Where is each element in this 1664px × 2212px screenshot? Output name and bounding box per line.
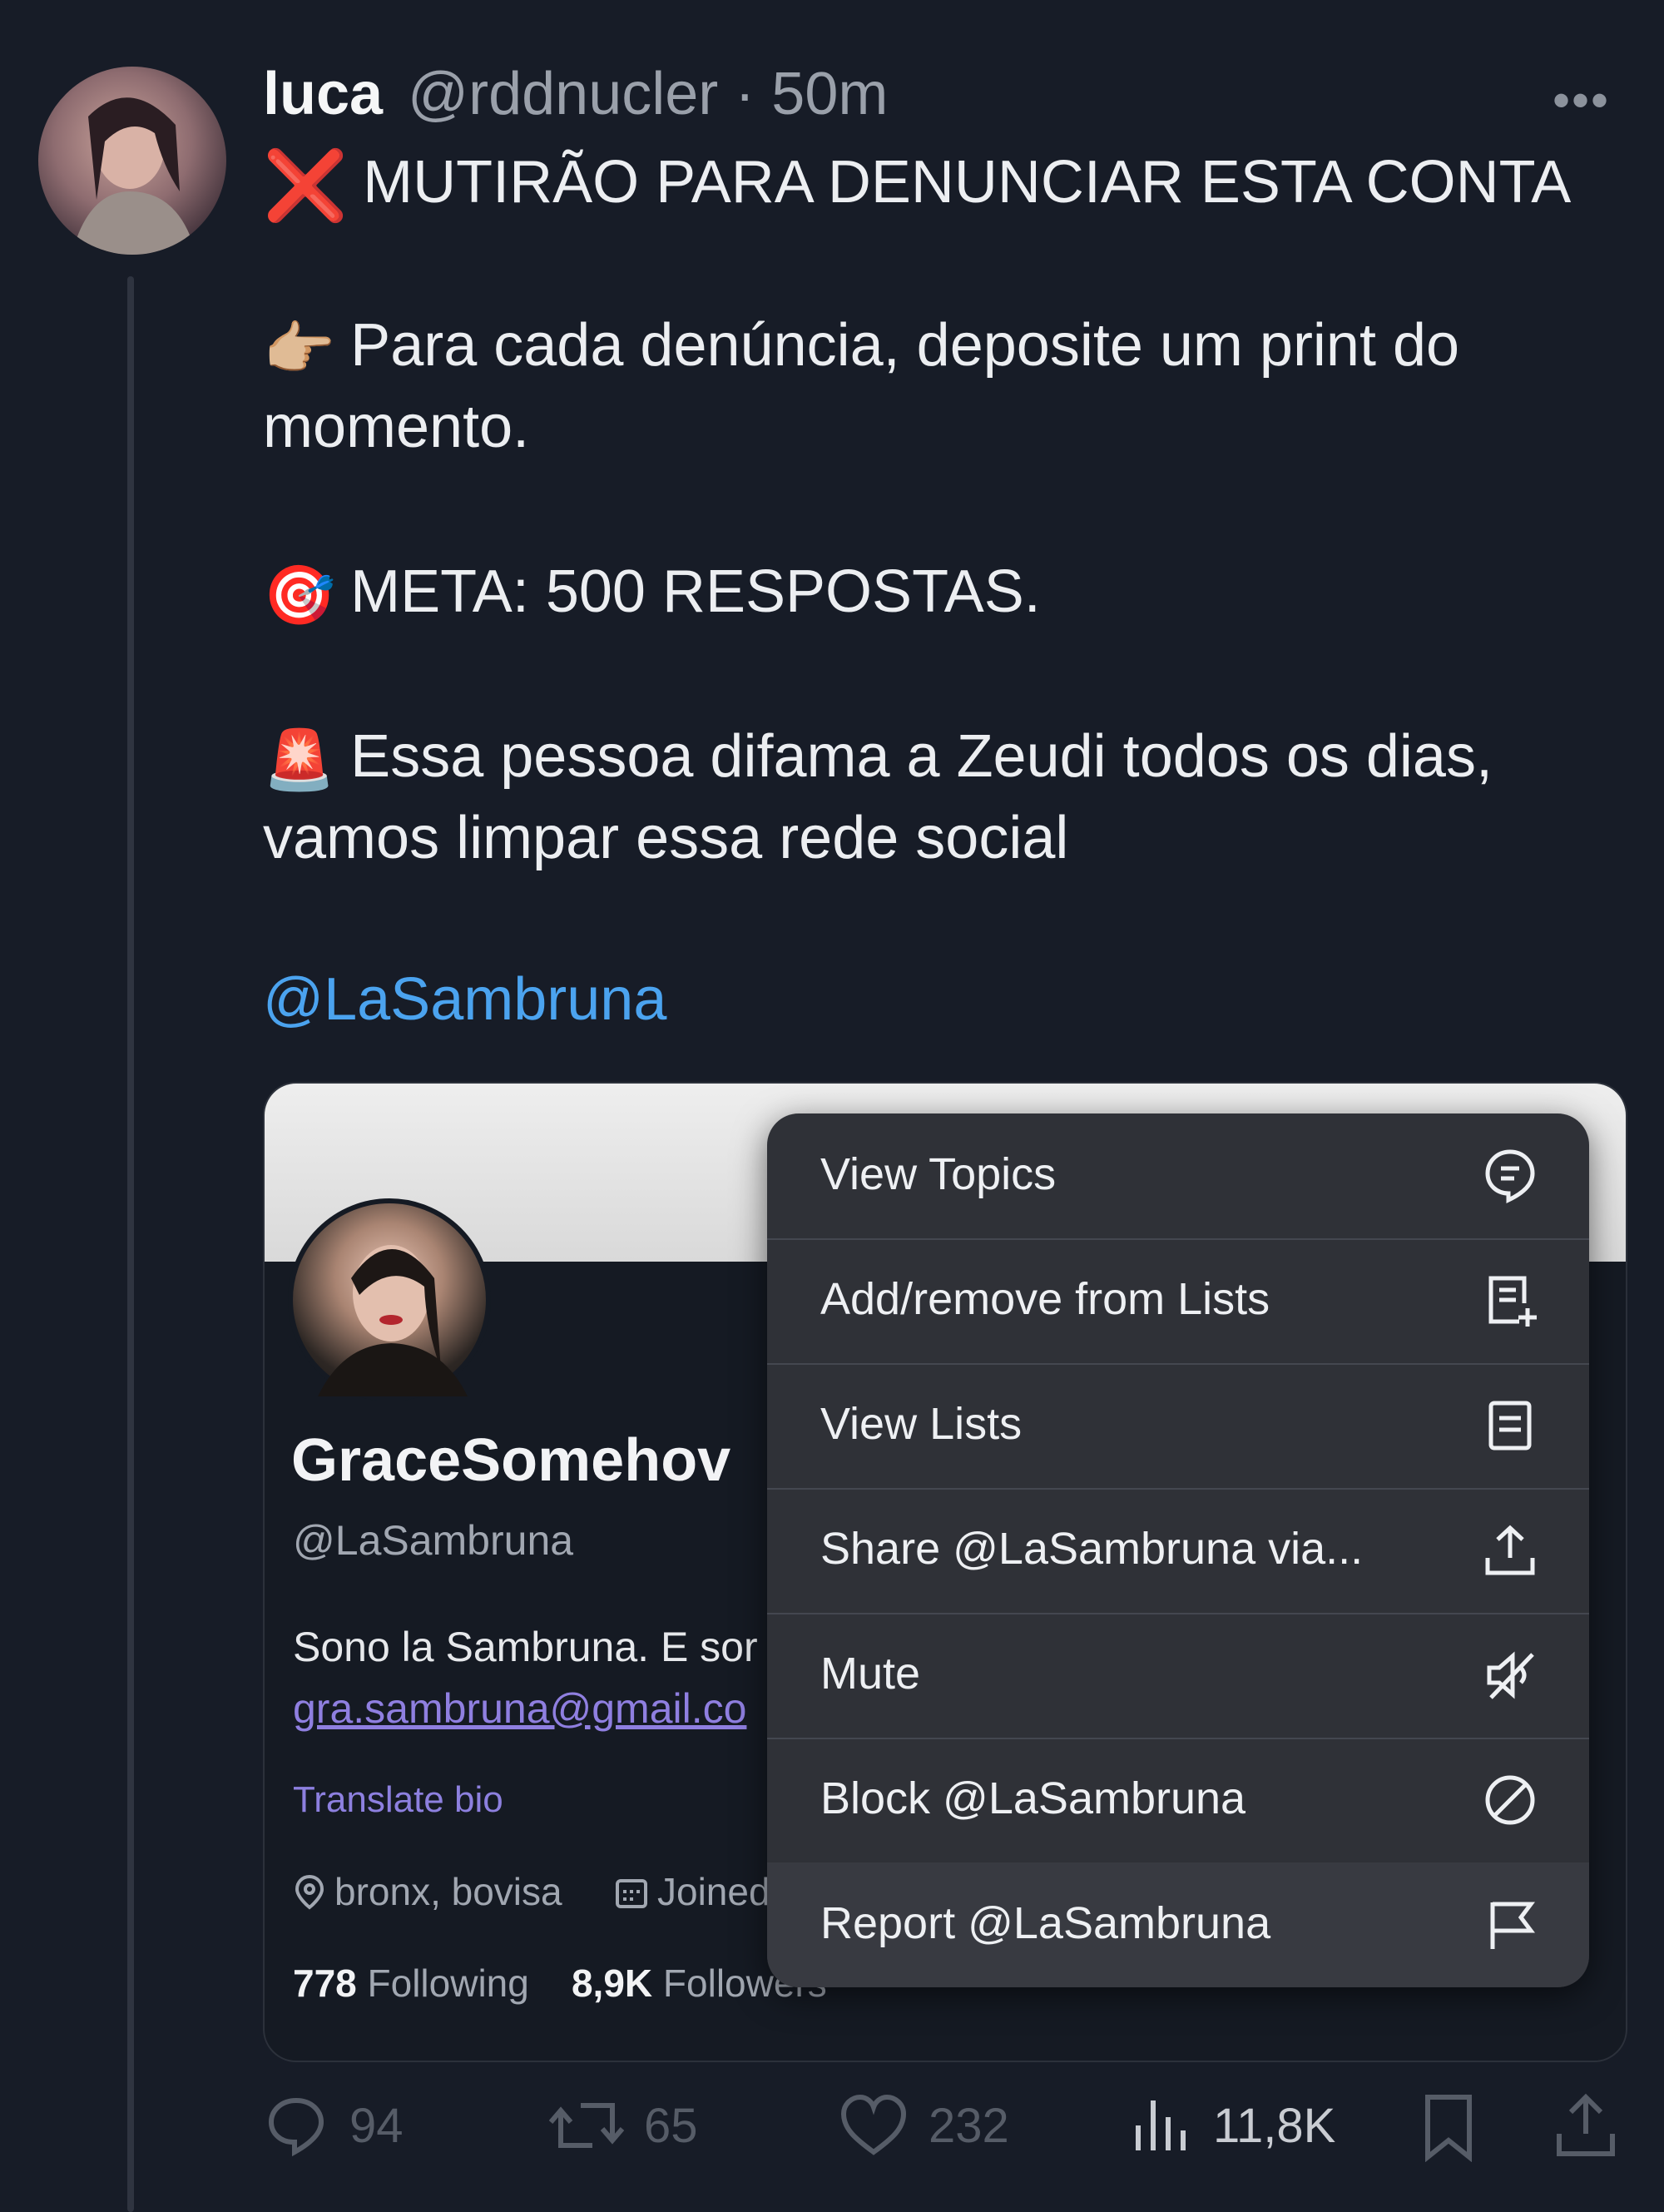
thread-line bbox=[127, 276, 134, 2212]
menu-item-label: Mute bbox=[820, 1649, 921, 1699]
cross-mark-icon: ❌ bbox=[263, 148, 349, 224]
block-icon bbox=[1485, 1775, 1535, 1825]
retweet-icon bbox=[549, 2103, 624, 2148]
tweet-line-5: 🚨 Essa pessoa difama a Zeudi todos os dia… bbox=[263, 722, 1493, 795]
tweet-line-4: 🎯 META: 500 RESPOSTAS. bbox=[263, 558, 1041, 630]
tweet-line-6: vamos limpar essa rede social bbox=[263, 804, 1068, 872]
menu-item-label: View Lists bbox=[820, 1399, 1023, 1449]
tweet-time[interactable]: 50m bbox=[771, 61, 888, 127]
menu-item-add-remove-lists[interactable]: Add/remove from Lists bbox=[767, 1238, 1589, 1365]
tweet-line-1: ❌ MUTIRÃO PARA DENUNCIAR ESTA CONTA bbox=[263, 146, 1571, 226]
view-count: 11,8K bbox=[1213, 2098, 1336, 2153]
share-icon bbox=[1485, 1525, 1535, 1575]
reply-count: 94 bbox=[349, 2098, 404, 2153]
profile-follow-counts: 778 Following 8,9K Followers bbox=[293, 1961, 827, 2006]
location-pin-icon bbox=[295, 1874, 324, 1910]
tweet-text: momento. bbox=[263, 394, 530, 460]
retweet-count: 65 bbox=[644, 2098, 698, 2153]
author-avatar[interactable] bbox=[38, 67, 226, 255]
views-button[interactable]: 11,8K bbox=[1132, 2092, 1335, 2159]
siren-icon: 🚨 bbox=[263, 727, 336, 792]
author-name[interactable]: luca bbox=[263, 60, 383, 128]
tweet-text: Essa pessoa difama a Zeudi todos os dias… bbox=[350, 723, 1493, 790]
location-text: bronx, bovisa bbox=[334, 1870, 562, 1913]
list-add-icon bbox=[1488, 1276, 1537, 1327]
bookmark-button[interactable] bbox=[1419, 2092, 1498, 2162]
menu-item-view-lists[interactable]: View Lists bbox=[767, 1363, 1589, 1490]
mute-icon bbox=[1487, 1651, 1534, 1699]
topics-icon bbox=[1485, 1149, 1535, 1203]
list-icon bbox=[1488, 1401, 1532, 1451]
profile-location: bronx, bovisa bbox=[293, 1869, 562, 1914]
profile-handle: @LaSambruna bbox=[293, 1517, 574, 1564]
like-count: 232 bbox=[929, 2098, 1009, 2153]
analytics-icon bbox=[1136, 2100, 1186, 2150]
menu-item-view-topics[interactable]: View Topics bbox=[767, 1113, 1589, 1240]
tweet-line-3: momento. bbox=[263, 393, 529, 461]
tweet-action-bar: 94 65 232 11,8K bbox=[263, 2092, 1627, 2167]
reply-icon bbox=[268, 2097, 324, 2157]
menu-item-mute[interactable]: Mute bbox=[767, 1613, 1589, 1739]
menu-item-share[interactable]: Share @LaSambruna via... bbox=[767, 1488, 1589, 1614]
share-tweet-button[interactable] bbox=[1554, 2092, 1637, 2159]
following-label: Following bbox=[367, 1962, 529, 2005]
bookmark-icon bbox=[1425, 2095, 1472, 2162]
tweet-text: META: 500 RESPOSTAS. bbox=[350, 558, 1041, 625]
translate-bio-link: Translate bio bbox=[293, 1779, 503, 1820]
like-button[interactable]: 232 bbox=[839, 2092, 1009, 2159]
flag-icon bbox=[1490, 1902, 1535, 1949]
menu-item-label: Share @LaSambruna via... bbox=[820, 1524, 1364, 1574]
heart-icon bbox=[840, 2094, 907, 2155]
share-icon bbox=[1557, 2093, 1615, 2156]
tweet-text: MUTIRÃO PARA DENUNCIAR ESTA CONTA bbox=[363, 149, 1572, 216]
following-count: 778 bbox=[293, 1962, 357, 2005]
menu-item-label: Report @LaSambruna bbox=[820, 1898, 1271, 1948]
calendar-icon bbox=[616, 1879, 647, 1908]
mention-link[interactable]: @LaSambruna bbox=[263, 965, 666, 1034]
author-handle[interactable]: @rddnucler bbox=[408, 61, 718, 127]
profile-context-menu: View Topics Add/remove from Lists View L… bbox=[767, 1113, 1589, 1987]
profile-bio: Sono la Sambruna. E sor bbox=[293, 1624, 758, 1670]
tweet-line-2: 👉🏼 Para cada denúncia, deposite um print … bbox=[263, 311, 1459, 384]
profile-avatar bbox=[288, 1198, 491, 1401]
more-options-icon[interactable]: ••• bbox=[1553, 72, 1610, 129]
menu-item-label: View Topics bbox=[820, 1149, 1057, 1199]
retweet-button[interactable]: 65 bbox=[549, 2092, 698, 2159]
dot-separator: · bbox=[735, 61, 755, 127]
menu-item-label: Add/remove from Lists bbox=[820, 1274, 1270, 1324]
joined-text: Joined bbox=[657, 1870, 770, 1913]
followers-count: 8,9K bbox=[571, 1962, 653, 2005]
tweet-text: vamos limpar essa rede social bbox=[263, 805, 1069, 871]
target-icon: 🎯 bbox=[263, 562, 336, 627]
profile-joined: Joined bbox=[614, 1869, 770, 1914]
reply-button[interactable]: 94 bbox=[263, 2092, 404, 2159]
author-handle-and-time: @rddnucler · 50m bbox=[408, 60, 888, 128]
profile-name: GraceSomehov bbox=[291, 1427, 731, 1494]
tweet-text: Para cada denúncia, deposite um print do bbox=[350, 312, 1460, 379]
menu-item-block[interactable]: Block @LaSambruna bbox=[767, 1738, 1589, 1864]
menu-item-report[interactable]: Report @LaSambruna bbox=[767, 1862, 1589, 1987]
menu-item-label: Block @LaSambruna bbox=[820, 1773, 1246, 1823]
profile-email: gra.sambruna@gmail.co bbox=[293, 1685, 747, 1732]
pointing-hand-icon: 👉🏼 bbox=[263, 315, 336, 381]
